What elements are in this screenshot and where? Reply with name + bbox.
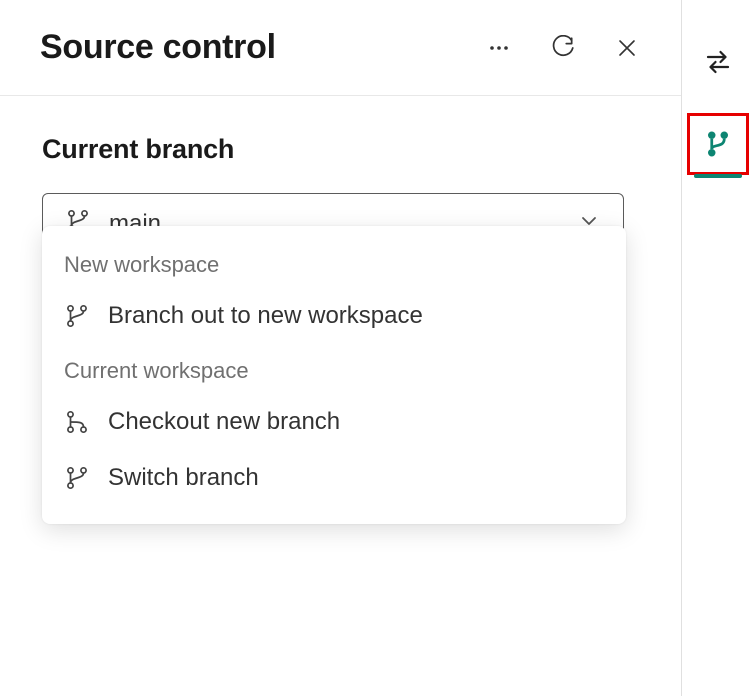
menu-item-label: Checkout new branch <box>108 408 340 436</box>
branch-icon <box>64 465 90 491</box>
more-options-button[interactable] <box>485 34 513 62</box>
menu-item-branch-out[interactable]: Branch out to new workspace <box>42 288 626 344</box>
menu-item-label: Branch out to new workspace <box>108 302 423 330</box>
panel-title: Source control <box>40 28 469 67</box>
swap-arrows-icon <box>703 47 733 77</box>
menu-section-new-workspace: New workspace <box>42 238 626 288</box>
current-branch-label: Current branch <box>42 134 639 165</box>
menu-item-checkout-new[interactable]: Checkout new branch <box>42 394 626 450</box>
refresh-button[interactable] <box>549 34 577 62</box>
source-control-panel: Source control Current branch main <box>0 0 682 696</box>
checkout-branch-icon <box>64 409 90 435</box>
close-icon <box>615 36 639 60</box>
right-rail <box>682 0 754 696</box>
menu-item-label: Switch branch <box>108 464 259 492</box>
more-icon <box>487 36 511 60</box>
header-actions <box>485 34 641 62</box>
menu-item-switch-branch[interactable]: Switch branch <box>42 450 626 506</box>
close-button[interactable] <box>613 34 641 62</box>
menu-section-current-workspace: Current workspace <box>42 344 626 394</box>
rail-source-control-button[interactable] <box>690 116 746 172</box>
rail-swap-button[interactable] <box>690 34 746 90</box>
branch-dropdown-menu: New workspace Branch out to new workspac… <box>42 226 626 524</box>
source-control-icon <box>703 129 733 159</box>
refresh-icon <box>550 35 576 61</box>
panel-content: Current branch main New workspace Branch… <box>0 96 681 293</box>
panel-header: Source control <box>0 0 681 96</box>
branch-icon <box>64 303 90 329</box>
